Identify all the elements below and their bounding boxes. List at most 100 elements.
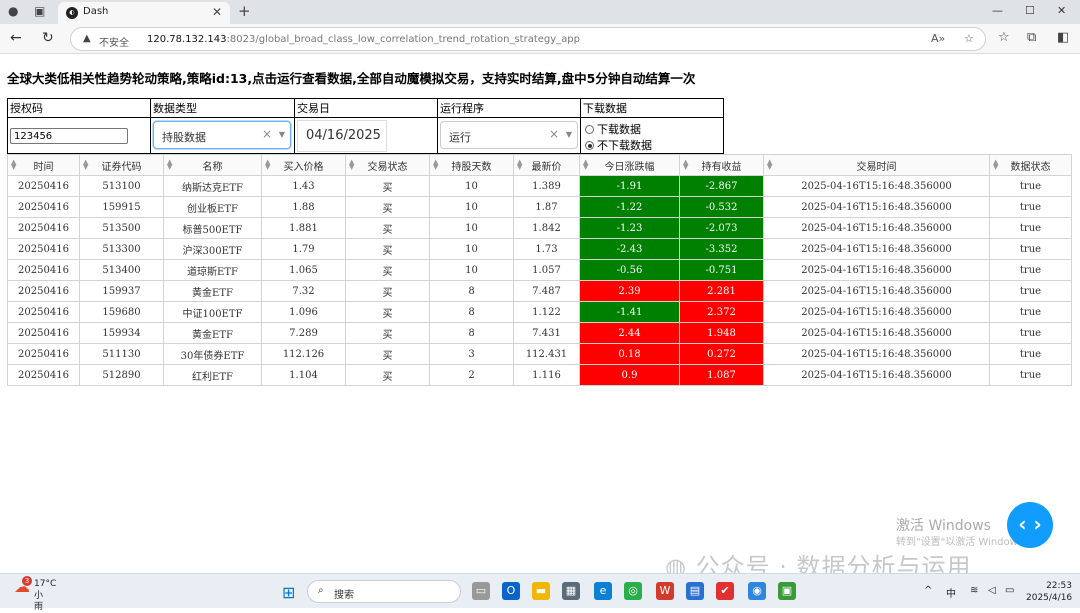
column-header-data-status[interactable]: ▲ ▼ 数据状态: [989, 154, 1072, 176]
cell-buy-price: 1.79: [261, 238, 346, 260]
cell-hold-days: 10: [429, 196, 514, 218]
cell-hold-days: 2: [429, 364, 514, 386]
cell-code: 513500: [79, 217, 164, 239]
edge-icon[interactable]: e: [594, 582, 612, 600]
cell-name: 沪深300ETF: [163, 238, 262, 260]
cell-data-status: true: [989, 364, 1072, 386]
radio-no-download[interactable]: 不下载数据: [585, 137, 652, 153]
column-header-daily-change[interactable]: ▲ ▼ 今日涨跌幅: [579, 154, 680, 176]
sort-icon[interactable]: ▲ ▼: [517, 159, 522, 171]
sort-icon[interactable]: ▲ ▼: [433, 159, 438, 171]
column-header-label: 最新价: [531, 161, 562, 173]
sort-icon[interactable]: ▲ ▼: [683, 159, 688, 171]
profile-icon[interactable]: ●: [8, 4, 18, 18]
clock-time: 22:53: [1046, 581, 1072, 591]
file-explorer-icon[interactable]: ▬: [532, 582, 550, 600]
cell-name: 黄金ETF: [163, 280, 262, 302]
sidebar-icon[interactable]: ◧: [1057, 30, 1069, 45]
sort-icon[interactable]: ▲ ▼: [265, 159, 270, 171]
column-header-trade-status[interactable]: ▲ ▼ 交易状态: [345, 154, 430, 176]
column-header-code[interactable]: ▲ ▼ 证券代码: [79, 154, 164, 176]
column-header-time[interactable]: ▲ ▼ 时间: [7, 154, 80, 176]
column-header-trade-time[interactable]: ▲ ▼ 交易时间: [763, 154, 990, 176]
sort-icon[interactable]: ▲ ▼: [11, 159, 16, 171]
cell-trade-time: 2025-04-16T15:16:48.356000: [763, 343, 990, 365]
column-header-label: 名称: [202, 161, 223, 173]
column-header-hold-days[interactable]: ▲ ▼ 持股天数: [429, 154, 514, 176]
taskbar-search[interactable]: ⌕ 搜索: [307, 580, 461, 603]
favorite-star-icon[interactable]: ☆: [964, 32, 974, 45]
dash-favicon-icon: ◐: [66, 7, 78, 19]
cell-daily-change: 2.44: [579, 322, 680, 344]
sort-icon[interactable]: ▲ ▼: [767, 159, 772, 171]
cell-time: 20250416: [7, 280, 80, 302]
weather-temperature: 17°C: [34, 579, 57, 589]
data-type-select[interactable]: 持股数据 × ▼: [153, 121, 291, 149]
back-icon[interactable]: ←: [10, 30, 22, 46]
volume-icon[interactable]: ◁: [988, 585, 996, 596]
sort-icon[interactable]: ▲ ▼: [83, 159, 88, 171]
new-tab-button[interactable]: +: [238, 2, 251, 20]
sort-icon[interactable]: ▲ ▼: [583, 159, 588, 171]
tab-dash[interactable]: ◐ Dash ✕: [58, 2, 230, 24]
run-program-cell: 运行 × ▼: [437, 117, 581, 154]
taskbar-clock[interactable]: 22:53 2025/4/16: [1026, 580, 1072, 604]
cell-latest-price: 112.431: [513, 343, 580, 365]
sort-icon[interactable]: ▲ ▼: [349, 159, 354, 171]
task-view-icon[interactable]: ▭: [472, 582, 490, 600]
store-icon[interactable]: ▦: [562, 582, 580, 600]
trade-date-picker[interactable]: 04/16/2025: [297, 120, 387, 152]
maximize-button[interactable]: ☐: [1025, 4, 1035, 17]
wechat-app-icon[interactable]: ◎: [624, 582, 642, 600]
column-header-label: 今日涨跌幅: [604, 161, 655, 173]
cell-hold-days: 10: [429, 238, 514, 260]
debug-menu-button[interactable]: ‹ ›: [1007, 502, 1053, 548]
auth-code-input[interactable]: [10, 128, 128, 144]
tray-chevron-icon[interactable]: ^: [924, 585, 932, 596]
cell-name: 创业板ETF: [163, 196, 262, 218]
wps-icon[interactable]: W: [656, 582, 674, 600]
clear-icon[interactable]: ×: [262, 127, 272, 141]
radio-download[interactable]: 下载数据: [585, 121, 641, 137]
ime-indicator[interactable]: 中: [946, 585, 956, 600]
column-header-latest-price[interactable]: ▲ ▼ 最新价: [513, 154, 580, 176]
wifi-icon[interactable]: ≋: [970, 585, 978, 596]
clear-icon[interactable]: ×: [549, 127, 559, 141]
run-program-select[interactable]: 运行 × ▼: [440, 121, 578, 149]
windows-start-icon[interactable]: ⊞: [282, 583, 295, 602]
chevron-down-icon[interactable]: ▼: [279, 130, 285, 139]
app-green-icon[interactable]: ▣: [778, 582, 796, 600]
app-icon[interactable]: ▤: [686, 582, 704, 600]
page-title: 全球大类低相关性趋势轮动策略,策略id:13,点击运行查看数据,全部自动魔模拟交…: [7, 71, 696, 86]
close-window-button[interactable]: ✕: [1057, 4, 1066, 17]
app-red-icon[interactable]: ✔: [716, 582, 734, 600]
tab-close-icon[interactable]: ✕: [212, 5, 222, 19]
url-field[interactable]: ▲ 不安全 120.78.132.143:8023/global_broad_c…: [70, 27, 986, 51]
cell-latest-price: 1.73: [513, 238, 580, 260]
battery-icon[interactable]: ▭: [1005, 585, 1014, 596]
tab-actions-icon[interactable]: ▣: [34, 4, 45, 18]
favorites-icon[interactable]: ☆: [998, 30, 1010, 45]
chevron-down-icon[interactable]: ▼: [566, 130, 572, 139]
tab-title: Dash: [83, 6, 109, 17]
sort-icon[interactable]: ▲ ▼: [993, 159, 998, 171]
sort-icon[interactable]: ▲ ▼: [167, 159, 172, 171]
column-header-label: 时间: [33, 161, 54, 173]
trade-date-label: 交易日: [294, 98, 438, 118]
radio-selected-icon[interactable]: [585, 141, 594, 150]
column-header-name[interactable]: ▲ ▼ 名称: [163, 154, 262, 176]
cell-code: 513300: [79, 238, 164, 260]
column-header-holding-return[interactable]: ▲ ▼ 持有收益: [679, 154, 764, 176]
cell-latest-price: 1.389: [513, 175, 580, 197]
cell-buy-price: 1.881: [261, 217, 346, 239]
collections-icon[interactable]: ⧉: [1027, 30, 1036, 45]
outlook-icon[interactable]: O: [502, 582, 520, 600]
app-blue-icon[interactable]: ◉: [748, 582, 766, 600]
cell-hold-days: 8: [429, 280, 514, 302]
cell-trade-status: 买: [345, 280, 430, 302]
read-aloud-icon[interactable]: A»: [931, 32, 945, 45]
radio-icon[interactable]: [585, 125, 594, 134]
reload-icon[interactable]: ↻: [42, 30, 54, 46]
minimize-button[interactable]: —: [992, 4, 1003, 17]
column-header-buy-price[interactable]: ▲ ▼ 买入价格: [261, 154, 346, 176]
